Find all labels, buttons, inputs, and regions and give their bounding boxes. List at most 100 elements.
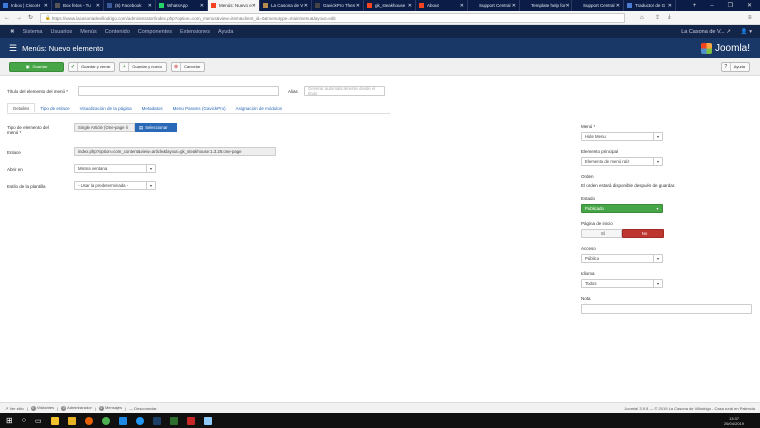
browser-tab[interactable]: Support Central ✕ bbox=[468, 0, 520, 11]
tab-visualizacion[interactable]: Visualización de la página bbox=[75, 103, 137, 113]
favicon-icon bbox=[575, 3, 580, 8]
browser-tab[interactable]: WhatsApp ✕ bbox=[156, 0, 208, 11]
close-tab-icon[interactable]: ✕ bbox=[44, 3, 48, 9]
close-tab-icon[interactable]: ✕ bbox=[96, 3, 100, 9]
download-icon[interactable]: ⤓ bbox=[668, 14, 671, 21]
address-bar-row: ← → ↻ 🔒 https://www.lacasonadevillodrigo.c… bbox=[0, 11, 760, 25]
save-new-button[interactable]: + Guardar y nuevo bbox=[119, 61, 168, 72]
nav-componentes[interactable]: Componentes bbox=[138, 29, 172, 35]
tab-metadatos[interactable]: Metadatos bbox=[137, 103, 168, 113]
share-icon[interactable]: ⇪ bbox=[655, 14, 660, 21]
open-select[interactable]: Misma ventana ▾ bbox=[74, 164, 156, 173]
windows-start-icon[interactable]: ⊞ bbox=[6, 416, 13, 425]
close-window-button[interactable]: ✕ bbox=[747, 2, 752, 9]
close-tab-icon[interactable]: ✕ bbox=[460, 3, 464, 9]
tab-asignacion-modulos[interactable]: Asignación de módulos bbox=[231, 103, 288, 113]
close-tab-icon[interactable]: ✕ bbox=[566, 3, 570, 9]
browser-tab[interactable]: Support Central ✕ bbox=[572, 0, 624, 11]
url-input[interactable]: 🔒 https://www.lacasonadevillodrigo.com/a… bbox=[40, 13, 625, 23]
order-text: El orden estará disponible después de gu… bbox=[581, 183, 676, 188]
joomla-icon[interactable]: ✖ bbox=[10, 29, 15, 35]
style-select[interactable]: - Usar la predeterminada - ▾ bbox=[74, 181, 156, 190]
state-select[interactable]: Publicado ▾ bbox=[581, 204, 663, 213]
firefox-icon[interactable] bbox=[84, 416, 93, 425]
browser-tab[interactable]: gk_steakhouse ✕ bbox=[364, 0, 416, 11]
close-tab-icon[interactable]: ✕ bbox=[200, 3, 204, 9]
browser-tab[interactable]: La Casona de V ✕ bbox=[260, 0, 312, 11]
save-close-button[interactable]: ✔ Guardar y cerrar bbox=[68, 61, 116, 72]
user-menu[interactable]: 👤 ▾ bbox=[741, 29, 752, 35]
parent-select[interactable]: Elemento de menú raíz ▾ bbox=[581, 157, 663, 166]
close-tab-icon[interactable]: ✕ bbox=[356, 3, 360, 9]
logout-link[interactable]: — Desconectar bbox=[129, 406, 157, 411]
tab-label: GavickPro Then bbox=[323, 3, 356, 8]
nav-extensiones[interactable]: Extensiones bbox=[180, 29, 210, 35]
browser-tab[interactable]: Inbox | CiscoH ✕ bbox=[0, 0, 52, 11]
menu-select[interactable]: Hide Menu ▾ bbox=[581, 132, 663, 141]
style-label: Estilo de la plantilla bbox=[7, 184, 46, 189]
browser-tab[interactable]: Menús: Nuevo e ✕ bbox=[208, 0, 260, 11]
favicon-icon bbox=[55, 3, 60, 8]
home-no-button[interactable]: No bbox=[622, 229, 664, 238]
browser-icon[interactable] bbox=[135, 416, 144, 425]
help-button[interactable]: ? Ayuda bbox=[720, 61, 750, 72]
search-icon[interactable]: ○ bbox=[22, 417, 26, 424]
view-site-link[interactable]: ↗ Ver sitio bbox=[5, 406, 24, 411]
close-tab-icon[interactable]: ✕ bbox=[408, 3, 412, 9]
home-icon[interactable]: ⌂ bbox=[640, 15, 644, 21]
messages-link[interactable]: 0 Mensajes bbox=[98, 405, 122, 411]
back-icon[interactable]: ← bbox=[4, 15, 10, 21]
restore-button[interactable]: ❐ bbox=[728, 2, 733, 9]
edge-icon[interactable] bbox=[118, 416, 127, 425]
page-header: ☰ Menús: Nuevo elemento Joomla! bbox=[0, 38, 760, 58]
minimize-button[interactable]: – bbox=[710, 3, 713, 9]
cancel-button[interactable]: ⊗ Cancelar bbox=[171, 61, 206, 72]
close-tab-icon[interactable]: ✕ bbox=[668, 3, 672, 9]
clock[interactable]: 13:37 26/04/2019 bbox=[724, 416, 760, 426]
nav-menus[interactable]: Menús bbox=[80, 29, 97, 35]
nav-sistema[interactable]: Sistema bbox=[23, 29, 43, 35]
nav-ayuda[interactable]: Ayuda bbox=[218, 29, 234, 35]
close-tab-icon[interactable]: ✕ bbox=[304, 3, 308, 9]
tab-detalles[interactable]: Detalles bbox=[7, 103, 36, 113]
site-link[interactable]: La Casona de V... ↗ bbox=[681, 29, 731, 35]
close-tab-icon[interactable]: ✕ bbox=[512, 3, 516, 9]
photoshop-icon[interactable] bbox=[152, 416, 161, 425]
chrome-icon[interactable] bbox=[101, 416, 110, 425]
language-select[interactable]: Todos ▾ bbox=[581, 279, 663, 288]
home-yes-button[interactable]: Sí bbox=[581, 229, 622, 238]
title-input[interactable] bbox=[78, 86, 279, 96]
tab-label: Inbox | CiscoH bbox=[11, 3, 41, 8]
close-tab-icon[interactable]: ✕ bbox=[148, 3, 152, 9]
menu-icon[interactable]: ≡ bbox=[748, 15, 752, 21]
browser-tab[interactable]: About ✕ bbox=[416, 0, 468, 11]
access-select[interactable]: Público ▾ bbox=[581, 254, 663, 263]
filezilla-icon[interactable] bbox=[186, 416, 195, 425]
tab-menu-params[interactable]: Menu Params (GavickPro) bbox=[168, 103, 231, 113]
favicon-icon bbox=[211, 3, 216, 8]
nav-contenido[interactable]: Contenido bbox=[105, 29, 130, 35]
task-view-icon[interactable]: ▭ bbox=[35, 417, 42, 425]
app-icon[interactable] bbox=[203, 416, 212, 425]
title-label: Título del elemento del menú * bbox=[7, 89, 69, 94]
browser-tab[interactable]: Template help for ✕ bbox=[520, 0, 572, 11]
save-button[interactable]: ▣ Guardar bbox=[9, 61, 64, 72]
alias-input[interactable]: Generar automáticamente desde el título bbox=[304, 86, 385, 96]
select-type-button[interactable]: ▤ Seleccionar bbox=[135, 123, 177, 132]
tab-label: (5) Facebook bbox=[115, 3, 142, 8]
note-input[interactable] bbox=[581, 304, 752, 314]
browser-tab[interactable]: Traductor de G ✕ bbox=[624, 0, 676, 11]
close-tab-icon[interactable]: ✕ bbox=[252, 3, 256, 9]
tab-tipo-enlace[interactable]: Tipo de enlace bbox=[35, 103, 74, 113]
dreamweaver-icon[interactable] bbox=[169, 416, 178, 425]
browser-tab[interactable]: Box fetos - Tu ✕ bbox=[52, 0, 104, 11]
new-tab-button[interactable]: + bbox=[693, 3, 697, 9]
app-icon[interactable] bbox=[50, 416, 59, 425]
nav-usuarios[interactable]: Usuarios bbox=[50, 29, 72, 35]
browser-tab[interactable]: (5) Facebook ✕ bbox=[104, 0, 156, 11]
forward-icon[interactable]: → bbox=[16, 15, 22, 21]
browser-tab[interactable]: GavickPro Then ✕ bbox=[312, 0, 364, 11]
folder-icon[interactable] bbox=[67, 416, 76, 425]
reload-icon[interactable]: ↻ bbox=[28, 14, 33, 21]
close-tab-icon[interactable]: ✕ bbox=[616, 3, 620, 9]
